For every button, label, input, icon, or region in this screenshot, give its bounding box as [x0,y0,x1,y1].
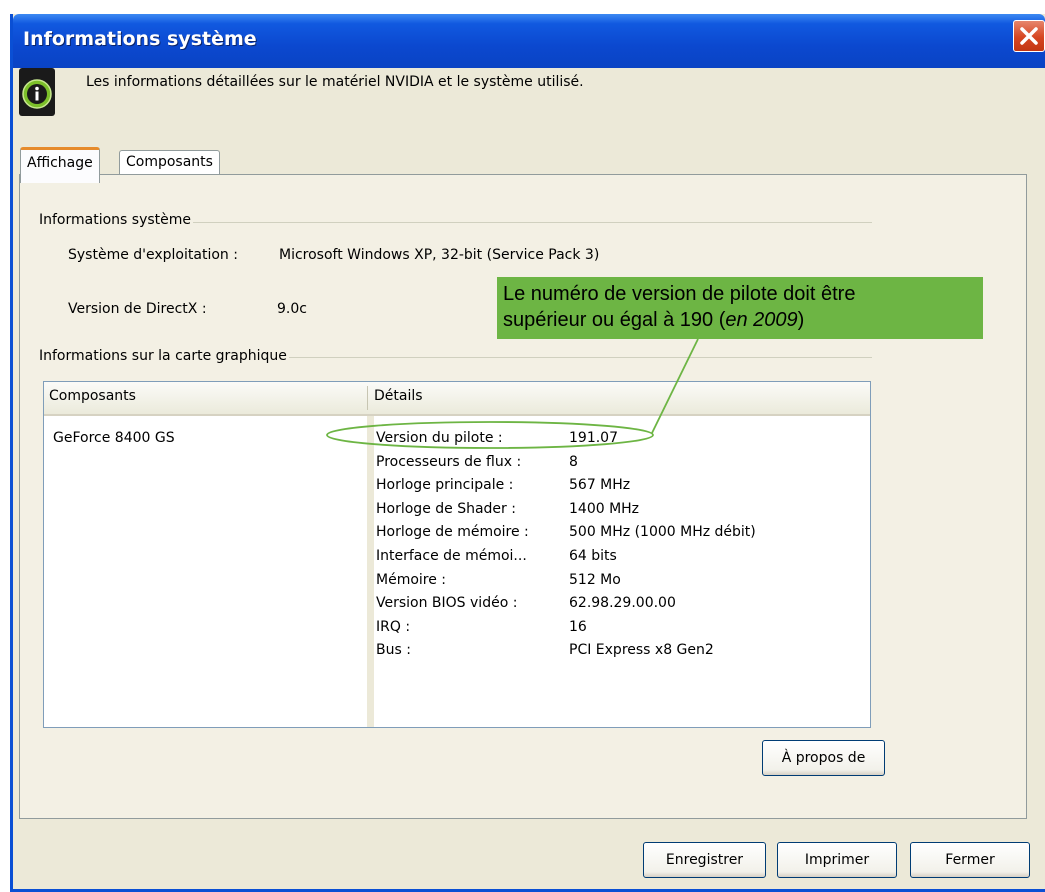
detail-value: 1400 MHz [569,500,640,517]
detail-label: Horloge de mémoire : [376,524,529,541]
header-description: Les informations détaillées sur le matér… [86,74,584,90]
detail-label: Processeurs de flux : [376,453,522,470]
annotation-callout: Le numéro de version de pilote doit être… [497,277,983,339]
detail-value: 64 bits [569,547,617,564]
nvidia-info-icon [19,68,55,116]
detail-value: 567 MHz [569,477,631,494]
component-item[interactable]: GeForce 8400 GS [53,427,175,451]
window-title: Informations système [23,28,257,50]
detail-label: Horloge de Shader : [376,500,516,517]
detail-label: Horloge principale : [376,477,514,494]
title-bar[interactable]: Informations système [13,14,1045,68]
print-button[interactable]: Imprimer [777,842,897,878]
directx-label: Version de DirectX : [68,301,207,317]
annotation-line-2-suffix: ) [797,309,805,331]
close-button[interactable]: Fermer [910,842,1030,878]
group-title-system: Informations système [39,212,194,228]
annotation-line-2: supérieur ou égal à 190 (en 2009) [503,307,983,333]
column-header-details[interactable]: Détails [374,388,423,404]
group-title-graphics: Informations sur la carte graphique [39,348,289,364]
detail-value: 500 MHz (1000 MHz débit) [569,524,756,541]
details-values: 191.07 8 567 MHz 1400 MHz 500 MHz (1000 MHz … [569,427,756,663]
about-button[interactable]: À propos de [762,740,885,776]
details-labels: Version du pilote : Processeurs de flux :… [376,427,529,663]
tab-affichage[interactable]: Affichage [20,147,100,183]
detail-value: 191.07 [569,430,618,446]
detail-label: Bus : [376,642,411,659]
detail-value: 62.98.29.00.00 [569,595,676,612]
detail-label: Version du pilote : [376,430,503,446]
components-listview[interactable]: Composants Détails GeForce 8400 GS Versi… [43,381,871,728]
annotation-line-2-italic: en 2009 [725,309,798,331]
detail-label: Mémoire : [376,571,447,588]
column-separator[interactable] [367,386,368,410]
column-divider [367,416,374,727]
listview-header: Composants Détails [44,382,870,416]
directx-value: 9.0c [277,301,307,317]
annotation-line-2-prefix: supérieur ou égal à 190 ( [503,309,726,331]
detail-label: Interface de mémoi... [376,547,527,564]
detail-label: Version BIOS vidéo : [376,595,518,612]
detail-value: 8 [569,453,578,470]
tab-composants[interactable]: Composants [119,150,220,176]
detail-value: PCI Express x8 Gen2 [569,642,714,659]
save-button[interactable]: Enregistrer [643,842,766,878]
annotation-line-1: Le numéro de version de pilote doit être [503,283,856,305]
column-header-composants[interactable]: Composants [49,388,136,404]
detail-value: 512 Mo [569,571,621,588]
os-label: Système d'exploitation : [68,247,238,263]
detail-label: IRQ : [376,618,411,635]
close-icon[interactable] [1013,20,1045,52]
detail-value: 16 [569,618,587,635]
os-value: Microsoft Windows XP, 32-bit (Service Pa… [279,247,600,263]
